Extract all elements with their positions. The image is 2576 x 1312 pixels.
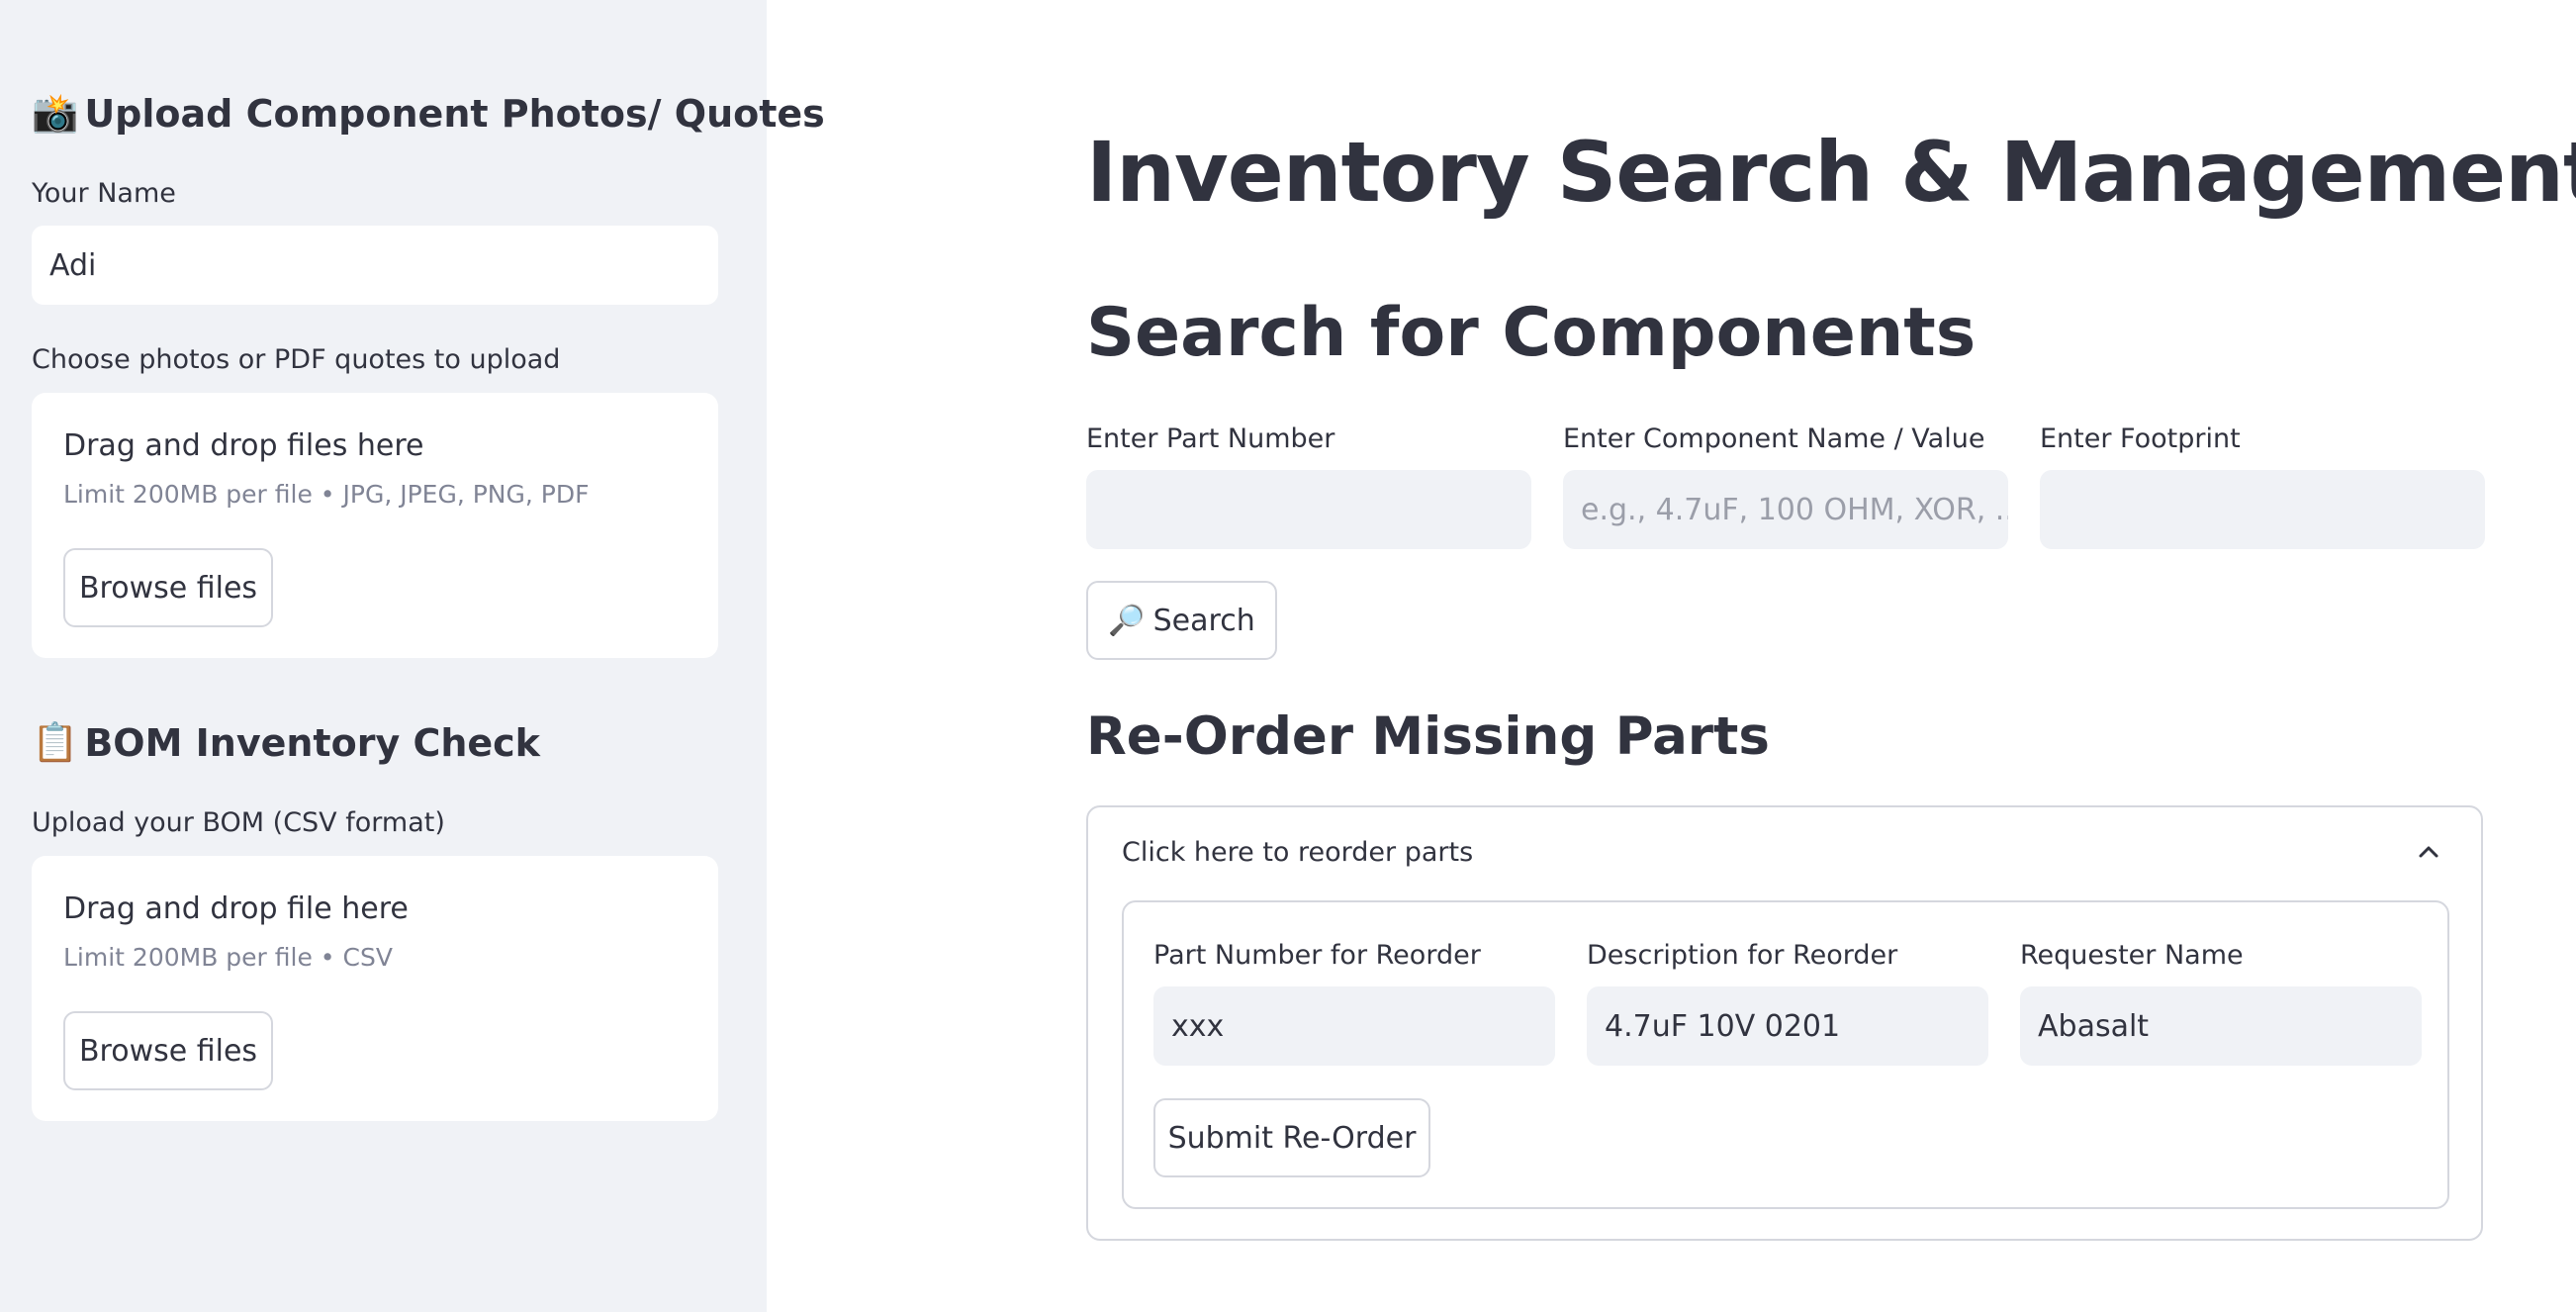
footprint-label: Enter Footprint — [2040, 423, 2241, 454]
reorder-part-number-label: Part Number for Reorder — [1153, 940, 1481, 971]
requester-name-label: Requester Name — [2020, 940, 2244, 971]
reorder-part-number-input[interactable]: xxx — [1153, 986, 1555, 1066]
reorder-description-label: Description for Reorder — [1587, 940, 1898, 971]
chevron-up-icon — [2419, 846, 2438, 858]
browse-files-button[interactable]: Browse files — [63, 548, 273, 627]
sidebar: 📸 Upload Component Photos/ Quotes Your N… — [0, 0, 825, 1312]
bom-file-dropzone[interactable]: Drag and drop file here Limit 200MB per … — [32, 856, 718, 1121]
upload-section-title: Upload Component Photos/ Quotes — [84, 91, 825, 136]
page-title: Inventory Search & Management — [1086, 124, 2576, 221]
upload-files-label: Choose photos or PDF quotes to upload — [32, 344, 561, 375]
bom-section-heading: 📋 BOM Inventory Check — [32, 720, 540, 765]
camera-flash-icon: 📸 — [32, 91, 79, 135]
reorder-expander: Click here to reorder parts Part Number … — [1086, 805, 2483, 1241]
reorder-description-value: 4.7uF 10V 0201 — [1605, 1008, 1841, 1044]
your-name-value: Adi — [49, 247, 97, 283]
reorder-section-title: Re-Order Missing Parts — [1086, 706, 1770, 767]
requester-name-input[interactable]: Abasalt — [2020, 986, 2422, 1066]
dropzone-instruction: Drag and drop file here — [63, 891, 409, 926]
dropzone-limit: Limit 200MB per file • CSV — [63, 943, 393, 972]
reorder-description-input[interactable]: 4.7uF 10V 0201 — [1587, 986, 1988, 1066]
submit-reorder-button[interactable]: Submit Re-Order — [1153, 1098, 1430, 1177]
component-name-input[interactable]: e.g., 4.7uF, 100 OHM, XOR, ... — [1563, 470, 2008, 549]
component-name-label: Enter Component Name / Value — [1563, 423, 1985, 454]
your-name-input[interactable]: Adi — [32, 226, 718, 305]
search-button[interactable]: 🔎 Search — [1086, 581, 1277, 660]
part-number-label: Enter Part Number — [1086, 423, 1335, 454]
footprint-input[interactable] — [2040, 470, 2485, 549]
magnifier-icon: 🔎 — [1108, 603, 1146, 638]
reorder-form: Part Number for Reorder xxx Description … — [1122, 900, 2449, 1209]
photo-file-dropzone[interactable]: Drag and drop files here Limit 200MB per… — [32, 393, 718, 658]
part-number-input[interactable] — [1086, 470, 1531, 549]
dropzone-limit: Limit 200MB per file • JPG, JPEG, PNG, P… — [63, 480, 590, 509]
reorder-expander-header[interactable]: Click here to reorder parts — [1088, 807, 2481, 898]
bom-upload-label: Upload your BOM (CSV format) — [32, 807, 445, 838]
search-section-title: Search for Components — [1086, 294, 1977, 372]
component-name-placeholder: e.g., 4.7uF, 100 OHM, XOR, ... — [1581, 492, 2008, 527]
your-name-label: Your Name — [32, 178, 176, 209]
upload-section-heading: 📸 Upload Component Photos/ Quotes — [32, 91, 825, 136]
search-button-label: Search — [1152, 603, 1255, 638]
browse-bom-button[interactable]: Browse files — [63, 1011, 273, 1090]
requester-name-value: Abasalt — [2038, 1008, 2150, 1044]
dropzone-instruction: Drag and drop files here — [63, 428, 424, 463]
clipboard-icon: 📋 — [32, 720, 79, 764]
bom-section-title: BOM Inventory Check — [84, 720, 540, 765]
reorder-part-number-value: xxx — [1171, 1008, 1225, 1044]
reorder-expander-label: Click here to reorder parts — [1122, 837, 1474, 868]
